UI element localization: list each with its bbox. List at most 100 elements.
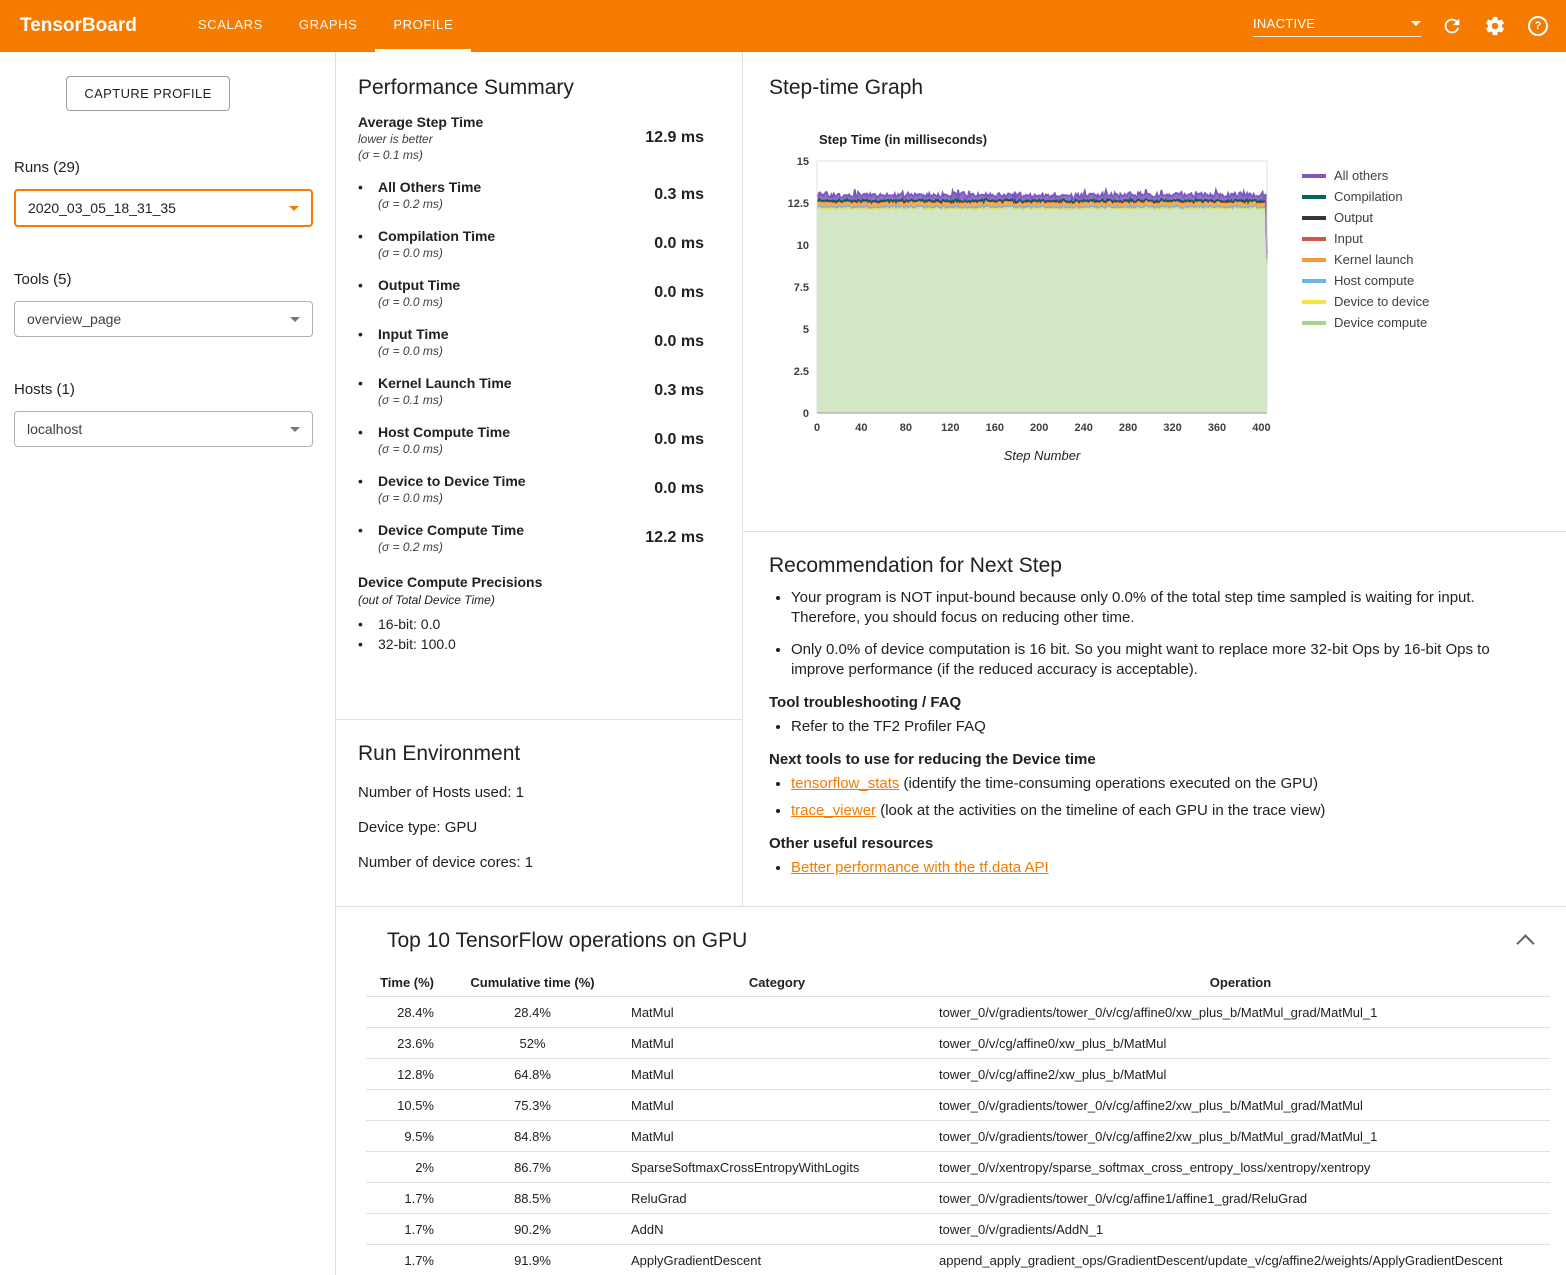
collapse-chevron-icon[interactable] (1516, 934, 1534, 952)
svg-text:7.5: 7.5 (794, 282, 809, 294)
precision-item-text: 16-bit: 0.0 (378, 614, 440, 634)
table-header-row: Time (%)Cumulative time (%)CategoryOpera… (366, 969, 1550, 997)
perf-item-value: 0.3 ms (654, 186, 704, 204)
reload-status-label: INACTIVE (1253, 16, 1315, 31)
ops-cell: tower_0/v/gradients/tower_0/v/cg/affine1… (931, 1183, 1550, 1214)
tools-select-value: overview_page (27, 311, 121, 327)
legend-item: Kernel launch (1302, 249, 1429, 270)
ops-cell: 88.5% (442, 1183, 623, 1214)
resources-list: Better performance with the tf.data API (769, 858, 1540, 878)
tool-item: trace_viewer (look at the activities on … (791, 801, 1540, 821)
ops-cell: 1.7% (366, 1214, 442, 1245)
perf-item-sigma: (σ = 0.0 ms) (378, 491, 526, 505)
step-time-graph-title: Step-time Graph (769, 76, 1566, 100)
overview-top-section: Performance Summary Average Step Time lo… (336, 52, 1566, 907)
perf-item-value: 0.0 ms (654, 480, 704, 498)
reload-status-dropdown[interactable]: INACTIVE (1253, 16, 1421, 37)
performance-summary-title: Performance Summary (358, 76, 704, 100)
tool-link[interactable]: trace_viewer (791, 802, 876, 819)
svg-text:360: 360 (1208, 422, 1226, 434)
refresh-icon[interactable] (1440, 14, 1464, 38)
perf-item-label: All Others Time (378, 179, 481, 195)
capture-profile-button[interactable]: CAPTURE PROFILE (66, 76, 230, 111)
ops-cell: tower_0/v/gradients/tower_0/v/cg/affine2… (931, 1121, 1550, 1152)
table-row: 10.5%75.3%MatMultower_0/v/gradients/towe… (366, 1090, 1550, 1121)
perf-item-value: 0.0 ms (654, 431, 704, 449)
svg-text:0: 0 (814, 422, 820, 434)
tool-link[interactable]: tensorflow_stats (791, 775, 899, 792)
legend-label: Input (1334, 231, 1363, 246)
faq-item: Refer to the TF2 Profiler FAQ (791, 717, 1540, 737)
ops-cell: tower_0/v/xentropy/sparse_softmax_cross_… (931, 1152, 1550, 1183)
nav-tabs: SCALARSGRAPHSPROFILE (180, 0, 471, 52)
svg-text:240: 240 (1075, 422, 1093, 434)
legend-swatch (1302, 258, 1326, 262)
svg-text:10: 10 (797, 240, 809, 252)
resource-link[interactable]: Better performance with the tf.data API (791, 859, 1049, 876)
ops-cell: 52% (442, 1028, 623, 1059)
recommendation-bullets: Your program is NOT input-bound because … (769, 588, 1540, 680)
legend-label: Kernel launch (1334, 252, 1414, 267)
perf-item-value: 0.0 ms (654, 333, 704, 351)
perf-item-sigma: (σ = 0.2 ms) (378, 540, 524, 554)
runs-select[interactable]: 2020_03_05_18_31_35 (14, 189, 313, 227)
chart-body: 02.557.51012.515040801201602002402803203… (769, 151, 1566, 471)
ops-cell: 28.4% (442, 997, 623, 1028)
perf-item-label: Output Time (378, 277, 460, 293)
ops-cell: ApplyGradientDescent (623, 1245, 931, 1275)
runs-select-value: 2020_03_05_18_31_35 (28, 200, 176, 216)
top-ops-title: Top 10 TensorFlow operations on GPU (387, 929, 747, 953)
legend-item: Input (1302, 228, 1429, 249)
tool-item-text: (identify the time-consuming operations … (899, 775, 1318, 792)
recommendation-title: Recommendation for Next Step (769, 554, 1540, 578)
legend-label: Device to device (1334, 294, 1429, 309)
question-mark-icon: ? (1528, 16, 1548, 36)
perf-summary-item: •Output Time(σ = 0.0 ms)0.0 ms (358, 277, 704, 309)
legend-label: Host compute (1334, 273, 1414, 288)
precisions-list: •16-bit: 0.0•32-bit: 100.0 (358, 614, 704, 654)
perf-summary-item: •All Others Time(σ = 0.2 ms)0.3 ms (358, 179, 704, 211)
tab-scalars[interactable]: SCALARS (180, 0, 281, 52)
chevron-down-icon (1411, 21, 1421, 26)
app-title: TensorBoard (0, 15, 180, 37)
help-icon[interactable]: ? (1526, 14, 1550, 38)
run-env-line: Number of device cores: 1 (358, 854, 720, 871)
svg-text:0: 0 (803, 408, 809, 420)
table-row: 1.7%90.2%AddNtower_0/v/gradients/AddN_1 (366, 1214, 1550, 1245)
legend-swatch (1302, 300, 1326, 304)
perf-summary-item: •Device to Device Time(σ = 0.0 ms)0.0 ms (358, 473, 704, 505)
table-row: 12.8%64.8%MatMultower_0/v/cg/affine2/xw_… (366, 1059, 1550, 1090)
perf-item-label: Device Compute Time (378, 522, 524, 538)
settings-gear-icon[interactable] (1483, 14, 1507, 38)
ops-cell: tower_0/v/gradients/AddN_1 (931, 1214, 1550, 1245)
hosts-select[interactable]: localhost (14, 411, 313, 447)
legend-item: Output (1302, 207, 1429, 228)
ops-cell: tower_0/v/gradients/tower_0/v/cg/affine2… (931, 1090, 1550, 1121)
precision-item-text: 32-bit: 100.0 (378, 634, 456, 654)
chart-legend: All othersCompilationOutputInputKernel l… (1302, 165, 1429, 333)
svg-text:320: 320 (1163, 422, 1181, 434)
ops-cell: 9.5% (366, 1121, 442, 1152)
chevron-down-icon (290, 427, 300, 432)
tools-select[interactable]: overview_page (14, 301, 313, 337)
perf-item-label: Input Time (378, 326, 449, 342)
perf-item-label: Compilation Time (378, 228, 495, 244)
top-ops-table: Time (%)Cumulative time (%)CategoryOpera… (366, 969, 1550, 1275)
tab-profile[interactable]: PROFILE (375, 0, 471, 52)
bullet-icon: • (358, 634, 378, 654)
right-column: Step-time Graph Step Time (in millisecon… (743, 52, 1566, 906)
navbar-right-controls: INACTIVE ? (1253, 14, 1566, 38)
bullet-icon: • (358, 277, 378, 309)
left-column: Performance Summary Average Step Time lo… (336, 52, 743, 906)
legend-swatch (1302, 279, 1326, 283)
bullet-icon: • (358, 424, 378, 456)
ops-cell: MatMul (623, 1028, 931, 1059)
perf-item-sigma: (σ = 0.0 ms) (378, 246, 495, 260)
tab-graphs[interactable]: GRAPHS (281, 0, 376, 52)
perf-item-label: Host Compute Time (378, 424, 510, 440)
bullet-icon: • (358, 522, 378, 554)
svg-text:Step Number: Step Number (1004, 448, 1081, 463)
table-row: 9.5%84.8%MatMultower_0/v/gradients/tower… (366, 1121, 1550, 1152)
legend-label: Device compute (1334, 315, 1427, 330)
legend-item: All others (1302, 165, 1429, 186)
